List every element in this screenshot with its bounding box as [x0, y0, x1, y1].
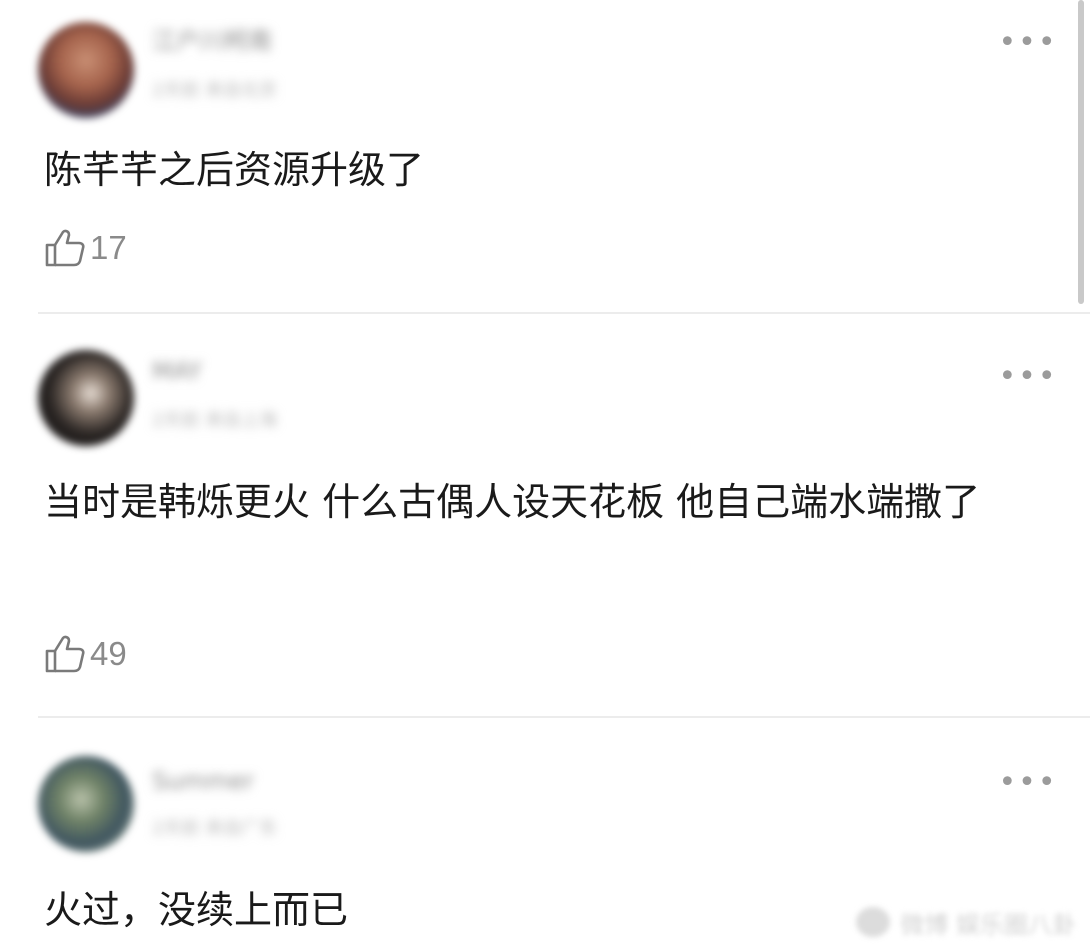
like-button[interactable]: 49: [44, 634, 127, 674]
comment-list-page: 江户川柯南 2天前 来自北京 ••• 陈芊芊之后资源升级了 17 MAY 2天前…: [0, 0, 1090, 948]
like-count: 49: [90, 635, 127, 672]
thumbs-up-icon: [45, 635, 85, 673]
avatar[interactable]: [38, 756, 134, 852]
more-options-button[interactable]: •••: [998, 28, 1058, 58]
comment-meta: 2天前 来自北京: [152, 80, 278, 101]
user-name[interactable]: 江户川柯南: [152, 28, 272, 54]
comment-item: 江户川柯南 2天前 来自北京 ••• 陈芊芊之后资源升级了 17: [0, 0, 1072, 312]
more-options-button[interactable]: •••: [998, 362, 1058, 392]
watermark-text: 微博 娱乐圈八卦: [900, 910, 1076, 939]
user-name[interactable]: MAY: [152, 358, 202, 384]
avatar[interactable]: [38, 22, 134, 118]
comment-item: MAY 2天前 来自上海 ••• 当时是韩烁更火 什么古偶人设天花板 他自己端水…: [0, 314, 1072, 716]
comment-text: 陈芊芊之后资源升级了: [44, 148, 425, 192]
like-button[interactable]: 17: [44, 228, 127, 268]
comment-text: 当时是韩烁更火 什么古偶人设天花板 他自己端水端撒了: [44, 480, 981, 524]
watermark: 微博 娱乐圈八卦: [856, 904, 1076, 940]
like-count: 17: [90, 229, 127, 266]
more-options-button[interactable]: •••: [998, 768, 1058, 798]
thumbs-up-icon: [45, 229, 85, 267]
comment-meta: 2天前 来自上海: [152, 410, 278, 431]
comment-meta: 2天前 来自广东: [152, 818, 278, 839]
user-name[interactable]: Summer: [152, 768, 254, 794]
avatar[interactable]: [38, 350, 134, 446]
weibo-logo-icon: [856, 907, 891, 937]
scrollbar[interactable]: [1078, 0, 1084, 304]
